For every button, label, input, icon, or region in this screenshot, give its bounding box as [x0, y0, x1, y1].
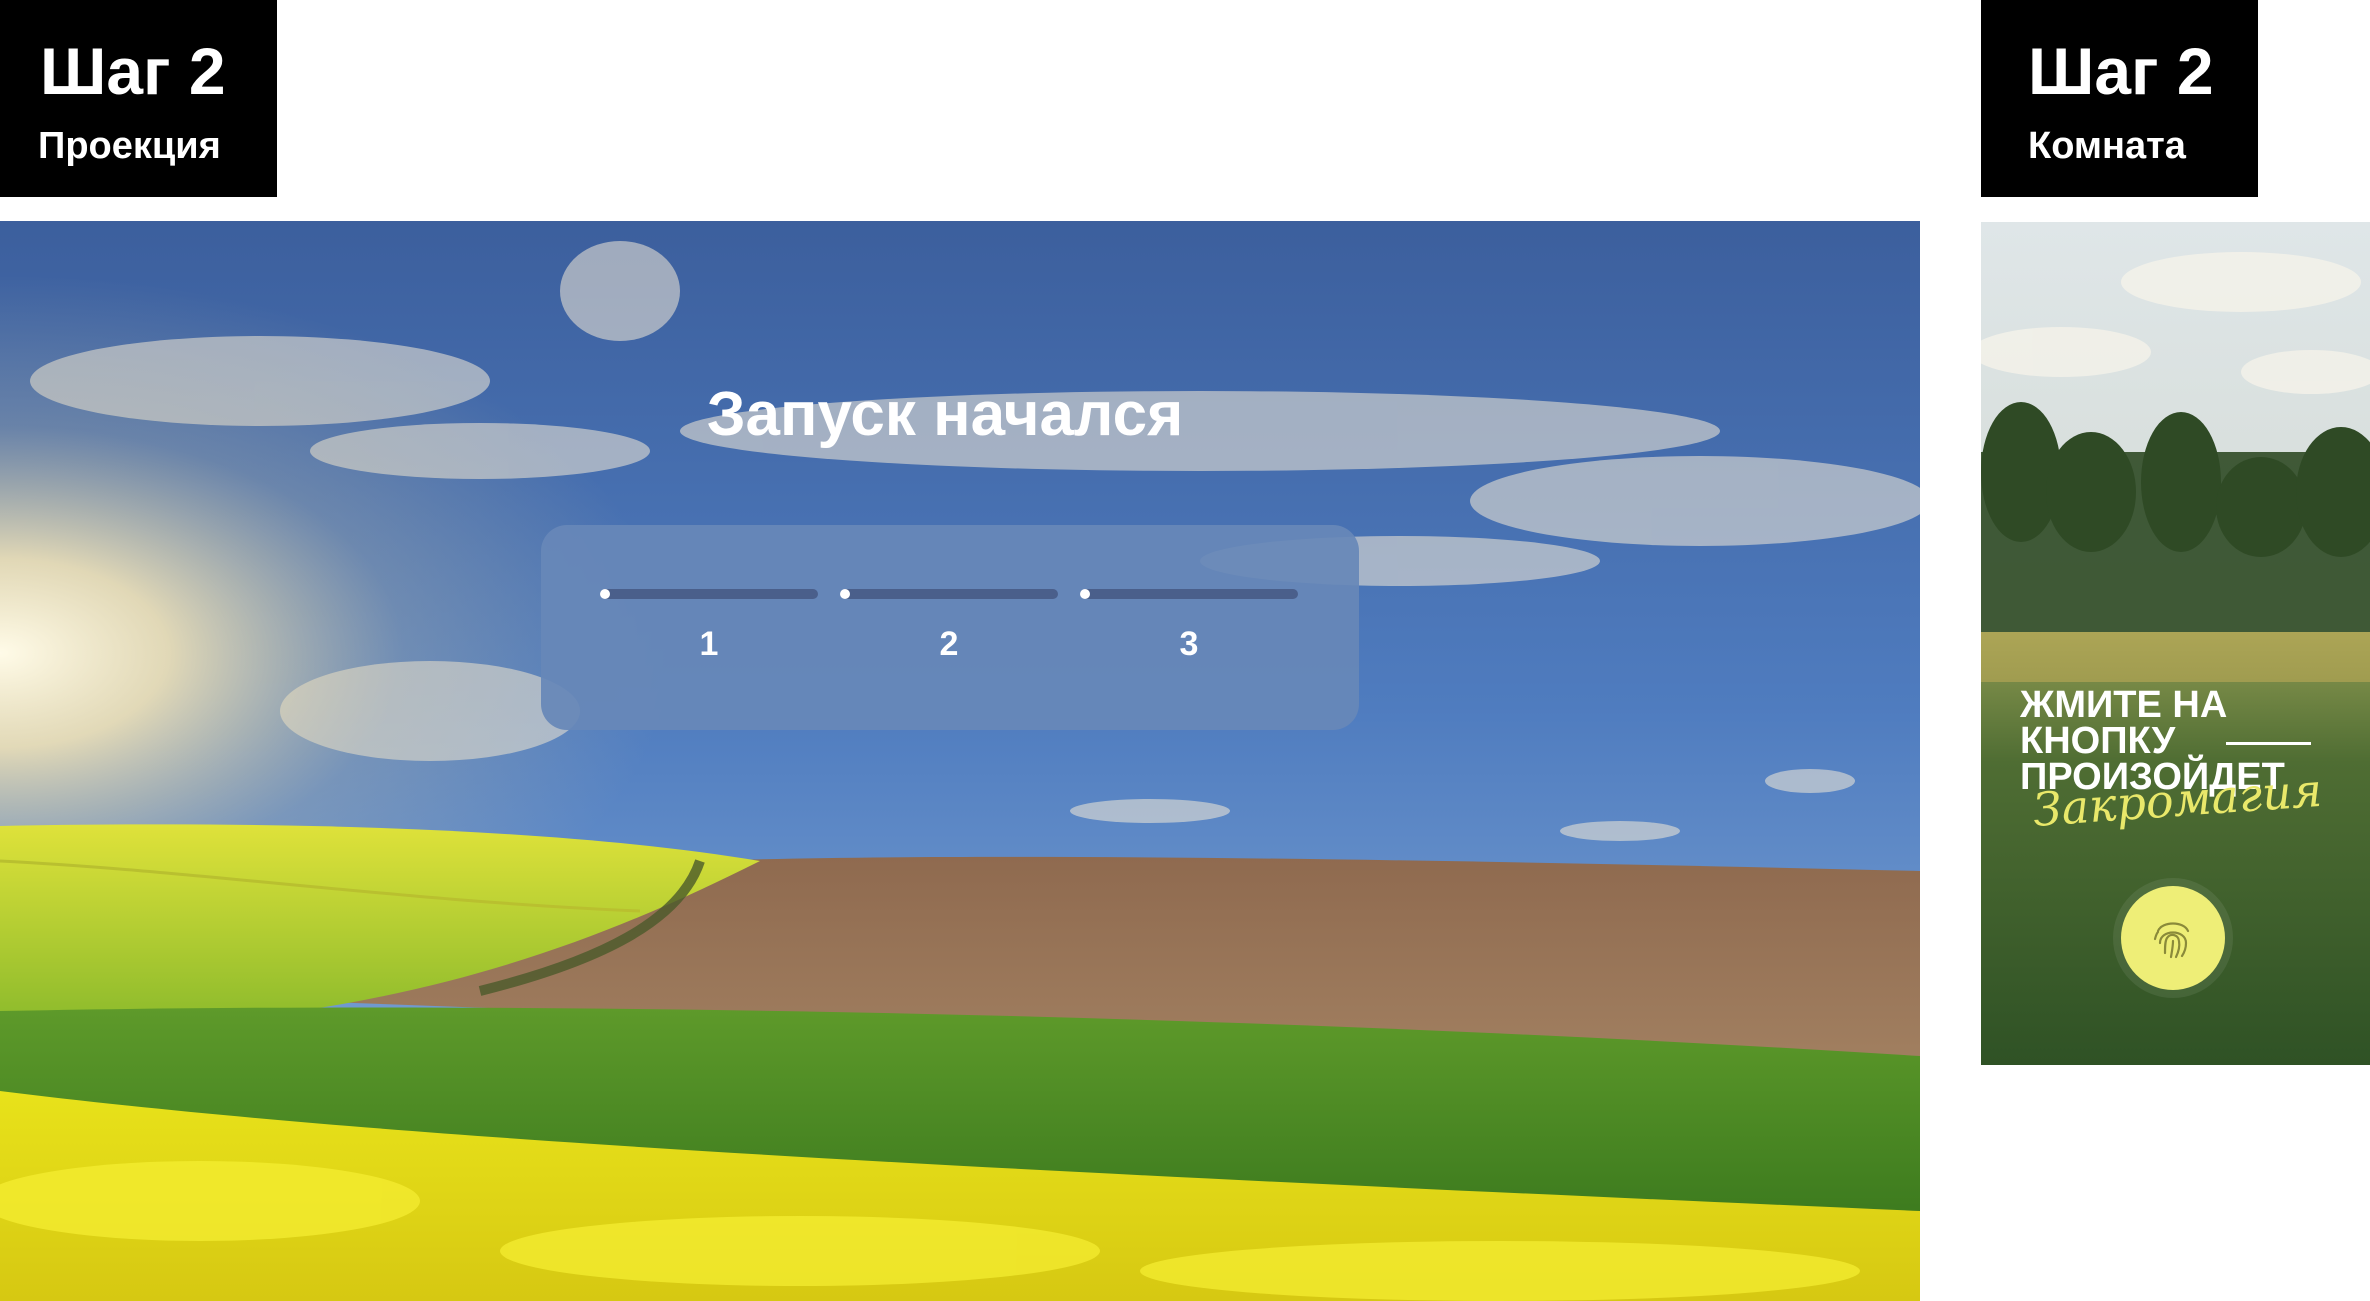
- progress-step-3: 3: [1080, 525, 1298, 730]
- progress-step-label: 2: [939, 625, 959, 663]
- step-label-projection: Шаг 2 Проекция: [0, 0, 277, 197]
- step-subtitle: Проекция: [38, 125, 221, 167]
- headline-divider: [2226, 742, 2311, 745]
- progress-track: [600, 589, 818, 599]
- progress-step-2: 2: [840, 525, 1058, 730]
- fingerprint-button[interactable]: [2121, 886, 2225, 990]
- progress-panel: 1 2 3: [541, 525, 1359, 730]
- progress-track: [1080, 589, 1298, 599]
- step-title: Шаг 2: [2028, 34, 2214, 108]
- step-label-room: Шаг 2 Комната: [1981, 0, 2258, 197]
- progress-step-1: 1: [600, 525, 818, 730]
- step-title: Шаг 2: [40, 34, 226, 108]
- room-screen: ЖМИТЕ НА КНОПКУ ПРОИЗОЙДЕТ Закромагия: [1981, 222, 2370, 1065]
- progress-fill: [1080, 589, 1090, 599]
- projection-screen: Запуск начался 1 2 3: [0, 221, 1920, 1301]
- progress-track: [840, 589, 1058, 599]
- headline-line: ЖМИТЕ НА: [2020, 684, 2228, 726]
- progress-fill: [600, 589, 610, 599]
- step-subtitle: Комната: [2028, 125, 2186, 167]
- progress-fill: [840, 589, 850, 599]
- fingerprint-icon: [2153, 922, 2190, 959]
- headline-line: КНОПКУ: [2020, 720, 2176, 762]
- launch-title: Запуск начался: [706, 380, 1184, 449]
- progress-step-label: 1: [699, 625, 719, 663]
- progress-step-label: 3: [1179, 625, 1199, 663]
